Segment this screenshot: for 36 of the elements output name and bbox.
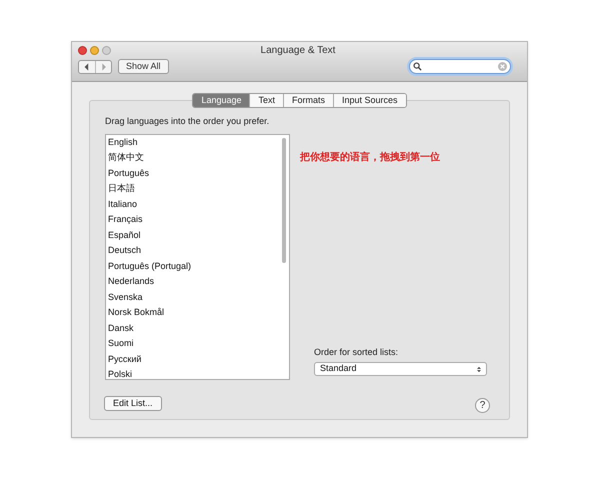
- clear-icon[interactable]: [498, 62, 507, 71]
- language-item[interactable]: Nederlands: [108, 274, 154, 290]
- zoom-button[interactable]: [102, 46, 111, 55]
- window-title: Language & Text: [260, 44, 336, 58]
- language-item[interactable]: Deutsch: [108, 243, 142, 258]
- language-item[interactable]: Dansk: [108, 320, 134, 336]
- sort-order-label: Order for sorted lists:: [314, 346, 400, 358]
- language-item[interactable]: Português (Portugal): [108, 258, 192, 274]
- search-icon: [413, 62, 422, 71]
- language-item[interactable]: English: [108, 134, 138, 150]
- language-item[interactable]: Français: [108, 212, 143, 228]
- language-item[interactable]: Suomi: [108, 336, 134, 352]
- language-item[interactable]: Русский: [108, 352, 142, 367]
- tab[interactable]: Input Sources: [333, 94, 406, 107]
- language-item[interactable]: Norsk Bokmål: [108, 305, 164, 320]
- language-item[interactable]: Português: [108, 166, 150, 181]
- language-item[interactable]: 日本語: [108, 181, 135, 196]
- back-forward-control[interactable]: [78, 60, 112, 74]
- tab[interactable]: Language: [193, 94, 250, 107]
- language-item[interactable]: Español: [108, 228, 141, 243]
- language-item[interactable]: 简体中文: [108, 150, 144, 166]
- tab[interactable]: Formats: [283, 94, 334, 107]
- search-field[interactable]: [409, 59, 511, 74]
- sort-order-dropdown[interactable]: Standard: [314, 362, 487, 376]
- stepper-icon: [477, 366, 481, 372]
- language-item[interactable]: Italiano: [108, 196, 138, 212]
- language-item[interactable]: Svenska: [108, 290, 143, 305]
- close-button[interactable]: [78, 46, 87, 55]
- language-item[interactable]: Polski: [108, 367, 132, 378]
- edit-list-button[interactable]: Edit List...: [104, 396, 162, 411]
- annotation-text: 把你想要的语言，拖拽到第一位: [300, 150, 441, 164]
- show-all-button[interactable]: Show All: [118, 59, 169, 74]
- instruction-text: Drag languages into the order you prefer.: [105, 115, 270, 128]
- scrollbar-thumb[interactable]: [282, 138, 286, 262]
- tab[interactable]: Text: [249, 94, 283, 107]
- minimize-button[interactable]: [90, 46, 99, 55]
